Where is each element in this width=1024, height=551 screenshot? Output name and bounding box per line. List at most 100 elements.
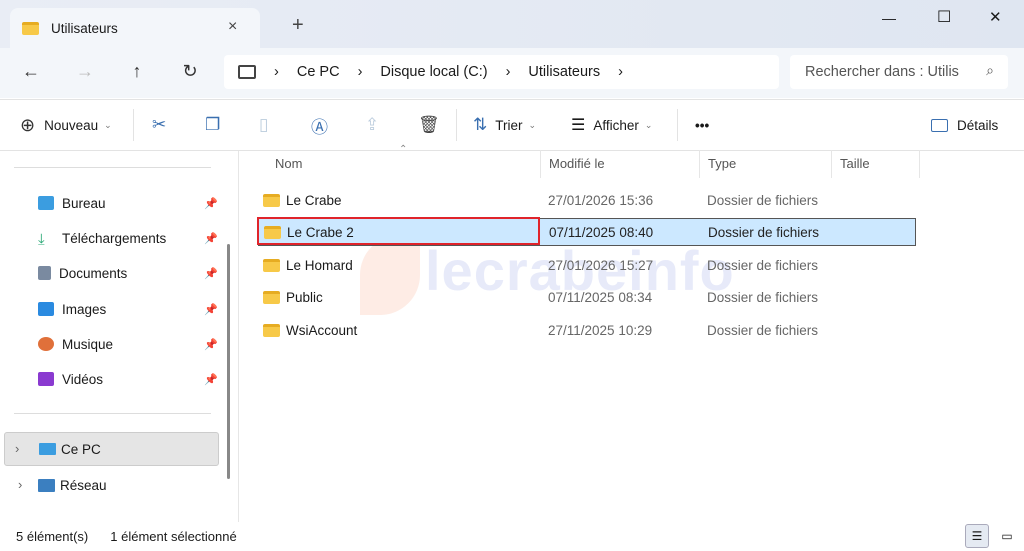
- close-tab-icon[interactable]: ×: [228, 18, 237, 36]
- sidebar-item-bureau[interactable]: Bureau: [38, 189, 218, 217]
- view-button[interactable]: ☰ Afficher ⌄: [571, 113, 652, 137]
- documents-icon: [38, 266, 51, 280]
- close-window-button[interactable]: ✕: [989, 8, 1002, 26]
- sidebar-scrollbar[interactable]: [227, 244, 230, 479]
- details-view-button[interactable]: ☰: [965, 524, 989, 548]
- divider: [14, 413, 211, 414]
- sort-label: Trier: [495, 118, 522, 133]
- file-row[interactable]: Public07/11/2025 08:34Dossier de fichier…: [258, 283, 916, 311]
- file-modified: 27/01/2026 15:36: [548, 193, 707, 208]
- selection-count: 1 élément sélectionné: [110, 529, 236, 544]
- file-type: Dossier de fichiers: [707, 323, 818, 338]
- minimize-button[interactable]: —: [882, 10, 896, 26]
- sidebar-item-label: Images: [62, 302, 106, 317]
- file-type: Dossier de fichiers: [707, 258, 818, 273]
- maximize-button[interactable]: ☐: [937, 7, 951, 27]
- pane-divider[interactable]: [238, 151, 239, 522]
- divider: [133, 109, 134, 141]
- status-bar: 5 élément(s) 1 élément sélectionné: [0, 522, 1024, 551]
- file-row[interactable]: WsiAccount27/11/2025 10:29Dossier de fic…: [258, 316, 916, 344]
- search-input[interactable]: Rechercher dans : Utilis ⌕: [790, 55, 1008, 89]
- pin-icon[interactable]: 📌: [204, 197, 218, 210]
- sidebar-item-label: Bureau: [62, 196, 106, 211]
- delete-icon[interactable]: 🗑: [418, 113, 440, 137]
- breadcrumb-disque[interactable]: Disque local (C:): [380, 64, 487, 80]
- sidebar-item-telechargements[interactable]: ⤓ Téléchargements: [38, 224, 218, 252]
- view-icon: ☰: [571, 115, 585, 135]
- plus-circle-icon: ⊕: [20, 115, 35, 136]
- file-modified: 07/11/2025 08:40: [549, 225, 708, 240]
- sidebar-item-reseau[interactable]: › Réseau: [4, 471, 219, 501]
- share-icon[interactable]: ⇪: [365, 113, 379, 137]
- file-modified: 07/11/2025 08:34: [548, 290, 707, 305]
- file-row[interactable]: Le Homard 27/01/2026 15:27Dossier de fich…: [258, 251, 916, 279]
- divider: [456, 109, 457, 141]
- divider: [677, 109, 678, 141]
- sidebar-item-label: Ce PC: [61, 442, 101, 457]
- item-count: 5 élément(s): [16, 529, 88, 544]
- chevron-icon: ›: [506, 64, 511, 80]
- refresh-button[interactable]: ↻: [175, 58, 205, 84]
- more-options-button[interactable]: •••: [695, 113, 709, 137]
- details-button[interactable]: Détails: [931, 113, 998, 137]
- paste-icon[interactable]: ▯: [259, 113, 268, 137]
- forward-button[interactable]: →: [70, 58, 100, 84]
- back-button[interactable]: ←: [16, 58, 46, 84]
- new-tab-button[interactable]: +: [292, 14, 304, 37]
- sidebar-item-label: Documents: [59, 266, 127, 281]
- folder-icon: [263, 259, 280, 272]
- new-button[interactable]: ⊕ Nouveau ⌄: [20, 113, 112, 137]
- file-modified: 27/01/2026 15:27: [548, 258, 707, 273]
- sidebar-item-label: Téléchargements: [62, 231, 166, 246]
- column-header-size[interactable]: Taille: [832, 150, 920, 178]
- cut-icon[interactable]: ✂: [152, 113, 166, 137]
- images-icon: [38, 302, 54, 316]
- pin-icon[interactable]: 📌: [204, 338, 218, 351]
- address-bar[interactable]: › Ce PC › Disque local (C:) › Utilisateu…: [224, 55, 779, 89]
- chevron-down-icon: ⌄: [529, 120, 537, 131]
- pin-icon[interactable]: 📌: [204, 373, 218, 386]
- tab-title: Utilisateurs: [51, 21, 118, 36]
- rename-icon[interactable]: Ⓐ: [311, 113, 328, 137]
- highlight-annotation: [257, 217, 540, 245]
- sidebar-item-ce-pc[interactable]: › Ce PC: [4, 432, 219, 466]
- details-label: Détails: [957, 118, 998, 133]
- desktop-icon: [38, 196, 54, 210]
- breadcrumb-utilisateurs[interactable]: Utilisateurs: [528, 64, 600, 80]
- sidebar-item-label: Musique: [62, 337, 113, 352]
- pin-icon[interactable]: 📌: [204, 232, 218, 245]
- music-icon: [38, 337, 54, 351]
- computer-icon: [238, 65, 256, 79]
- search-placeholder: Rechercher dans : Utilis: [805, 64, 959, 80]
- sidebar-item-documents[interactable]: Documents: [38, 259, 218, 287]
- videos-icon: [38, 372, 54, 386]
- expand-chevron-icon: ›: [18, 477, 22, 492]
- file-type: Dossier de fichiers: [707, 193, 818, 208]
- pin-icon[interactable]: 📌: [204, 303, 218, 316]
- chevron-down-icon: ⌄: [645, 120, 653, 131]
- network-icon: [38, 479, 55, 492]
- tab-utilisateurs[interactable]: Utilisateurs ×: [10, 8, 260, 48]
- chevron-down-icon: ⌄: [104, 120, 112, 131]
- column-header-type[interactable]: Type: [700, 150, 832, 178]
- download-icon: ⤓: [38, 231, 54, 245]
- file-name: Le Homard: [286, 258, 353, 273]
- sidebar-item-images[interactable]: Images: [38, 295, 218, 323]
- sidebar-item-videos[interactable]: Vidéos: [38, 365, 218, 393]
- folder-icon: [22, 22, 39, 35]
- file-row[interactable]: Le Crabe27/01/2026 15:36Dossier de fichi…: [258, 186, 916, 214]
- sidebar-item-label: Vidéos: [62, 372, 103, 387]
- sort-button[interactable]: ⇅ Trier ⌄: [473, 113, 536, 137]
- search-icon: ⌕: [986, 62, 994, 79]
- pin-icon[interactable]: 📌: [204, 267, 218, 280]
- copy-icon[interactable]: ❐: [205, 113, 220, 137]
- column-header-modified[interactable]: Modifié le: [541, 150, 700, 178]
- chevron-icon: ›: [358, 64, 363, 80]
- column-header-name[interactable]: Nom: [267, 150, 541, 178]
- breadcrumb-ce-pc[interactable]: Ce PC: [297, 64, 340, 80]
- up-button[interactable]: ↑: [122, 58, 152, 84]
- tiles-view-button[interactable]: ▭: [995, 524, 1019, 548]
- file-type: Dossier de fichiers: [708, 225, 819, 240]
- file-name: Public: [286, 290, 323, 305]
- sidebar-item-musique[interactable]: Musique: [38, 330, 218, 358]
